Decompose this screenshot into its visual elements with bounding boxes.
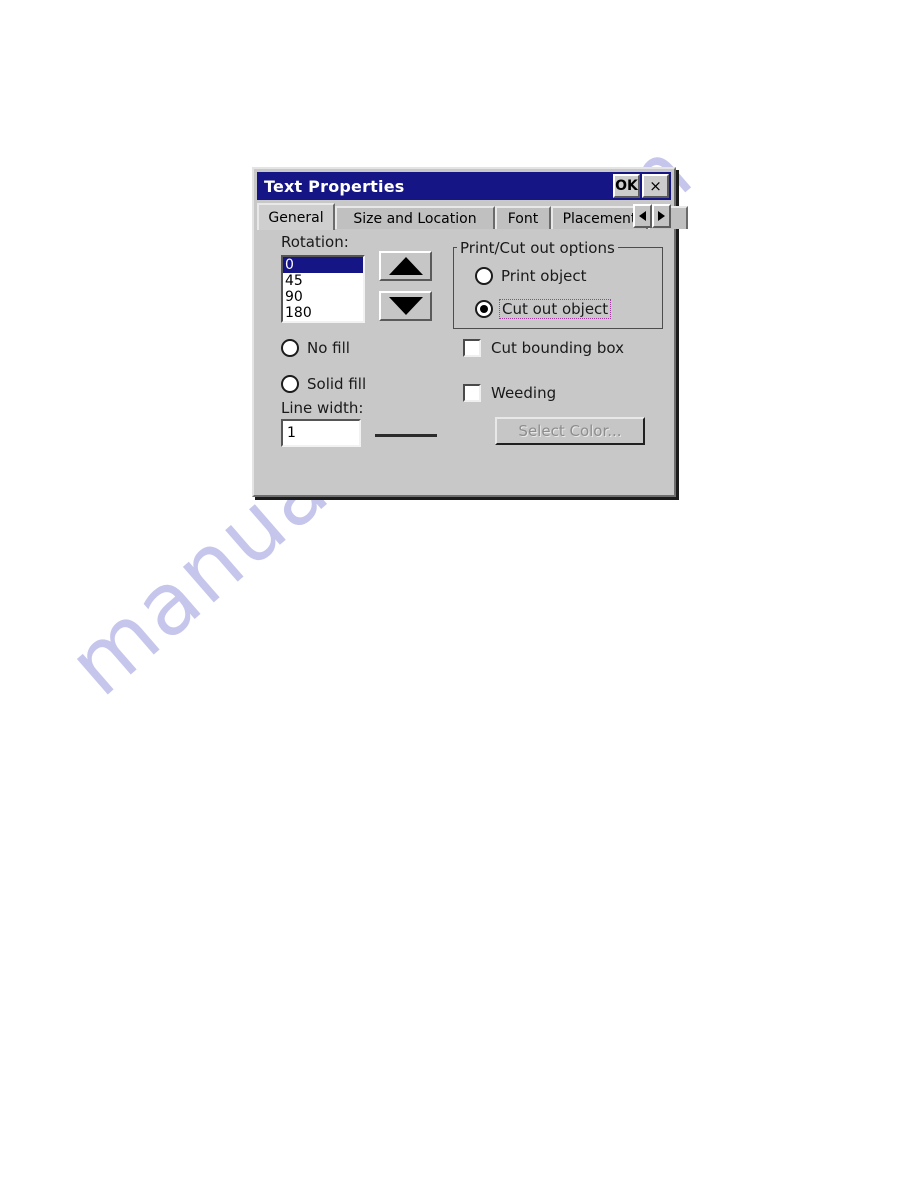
dialog-title: Text Properties <box>264 176 405 196</box>
line-width-input[interactable]: 1 <box>281 419 361 447</box>
radio-circle-icon <box>281 375 299 393</box>
rotation-option-90[interactable]: 90 <box>283 289 363 305</box>
rotation-label: Rotation: <box>281 233 349 251</box>
tab-strip: General Size and Location Font Placement… <box>257 203 688 230</box>
radio-circle-icon <box>475 267 493 285</box>
rotation-option-0[interactable]: 0 <box>283 257 363 273</box>
radio-cut-out-object-label: Cut out object <box>499 299 612 319</box>
checkbox-weeding[interactable]: Weeding <box>463 384 556 402</box>
line-width-label: Line width: <box>281 399 364 417</box>
text-properties-dialog: Text Properties OK × General Size and Lo… <box>252 167 688 497</box>
triangle-right-icon <box>658 211 665 221</box>
tab-scroll-left-button[interactable] <box>633 204 652 228</box>
triangle-up-icon <box>388 257 423 275</box>
radio-cut-out-object[interactable]: Cut out object <box>475 299 612 319</box>
radio-solid-fill[interactable]: Solid fill <box>281 375 366 393</box>
checkbox-square-icon <box>463 339 481 357</box>
rotation-spinner-down-button[interactable] <box>379 291 432 321</box>
ok-button[interactable]: OK <box>613 174 640 198</box>
select-color-button[interactable]: Select Color... <box>495 417 645 445</box>
triangle-down-icon <box>388 297 423 315</box>
radio-circle-filled-icon <box>475 300 493 318</box>
tab-font[interactable]: Font <box>495 206 551 229</box>
triangle-left-icon <box>639 211 646 221</box>
checkbox-cut-bounding-box[interactable]: Cut bounding box <box>463 339 624 357</box>
checkbox-cut-bounding-box-label: Cut bounding box <box>491 339 624 357</box>
general-tab-panel: Rotation: 0 45 90 180 No fill Solid fill… <box>257 229 671 492</box>
rotation-spinner-up-button[interactable] <box>379 251 432 281</box>
close-icon[interactable]: × <box>642 174 669 198</box>
rotation-option-45[interactable]: 45 <box>283 273 363 289</box>
radio-print-object[interactable]: Print object <box>475 267 587 285</box>
tab-general[interactable]: General <box>257 203 335 230</box>
line-width-preview <box>375 434 437 437</box>
radio-print-object-label: Print object <box>501 267 587 285</box>
print-cut-options-title: Print/Cut out options <box>457 239 618 257</box>
checkbox-weeding-label: Weeding <box>491 384 557 402</box>
tab-scroll-buttons <box>633 204 671 228</box>
rotation-listbox[interactable]: 0 45 90 180 <box>281 255 365 323</box>
radio-solid-fill-label: Solid fill <box>307 375 367 393</box>
radio-no-fill-label: No fill <box>307 339 350 357</box>
radio-no-fill[interactable]: No fill <box>281 339 350 357</box>
rotation-option-180[interactable]: 180 <box>283 305 363 321</box>
dialog-titlebar: Text Properties OK × <box>257 172 671 200</box>
checkbox-square-icon <box>463 384 481 402</box>
radio-circle-icon <box>281 339 299 357</box>
tab-size-and-location[interactable]: Size and Location <box>335 206 495 229</box>
tab-scroll-right-button[interactable] <box>652 204 671 228</box>
